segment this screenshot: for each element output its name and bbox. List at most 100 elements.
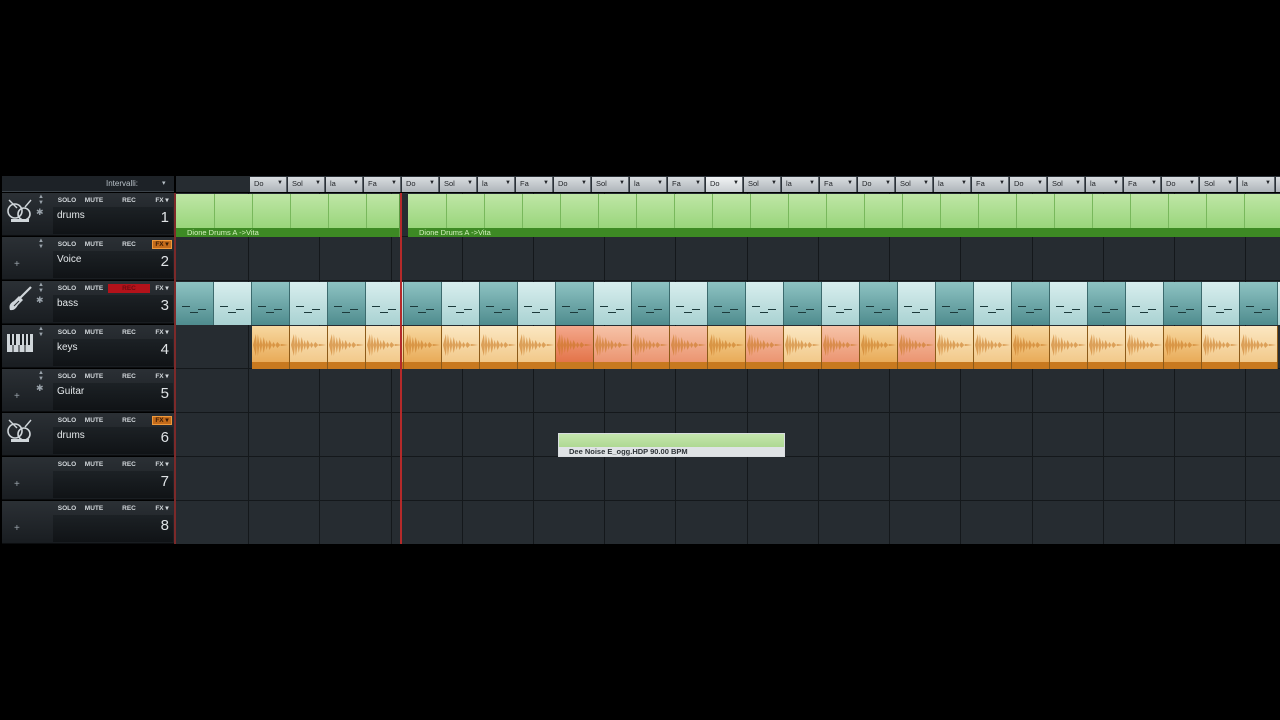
chord-selector[interactable]: Fa ▼	[972, 177, 1009, 192]
bass-clip[interactable]	[1202, 282, 1240, 325]
bass-clip[interactable]	[328, 282, 366, 325]
chord-selector[interactable]: Sol ▼	[744, 177, 781, 192]
mute-button[interactable]: MUTE	[82, 504, 106, 513]
keys-clip[interactable]	[784, 326, 822, 369]
chord-selector[interactable]: Fa ▼	[1124, 177, 1161, 192]
chord-selector[interactable]: Do ▼	[1010, 177, 1047, 192]
track-lane[interactable]	[176, 501, 1280, 544]
chord-selector[interactable]: Do ▼	[402, 177, 439, 192]
chord-dropdown-icon[interactable]: ▼	[961, 180, 967, 186]
fx-button[interactable]: FX ▾	[152, 196, 172, 205]
track-name-field[interactable]: Voice 2	[53, 251, 173, 278]
chord-selector[interactable]: Sol ▼	[592, 177, 629, 192]
plus-icon[interactable]: +	[14, 259, 20, 270]
playhead[interactable]	[400, 193, 402, 544]
track-name-field[interactable]: bass 3	[53, 295, 173, 322]
solo-button[interactable]: SOLO	[55, 460, 79, 469]
mute-button[interactable]: MUTE	[82, 284, 106, 293]
gear-icon[interactable]: ✱	[36, 383, 44, 394]
chord-dropdown-icon[interactable]: ▼	[505, 180, 511, 186]
bass-clip[interactable]	[1088, 282, 1126, 325]
chord-dropdown-icon[interactable]: ▼	[1151, 180, 1157, 186]
track-header-1[interactable]: ▲ ▼ ✱ SOLO MUTE REC FX ▾ drums 1	[2, 193, 174, 236]
keys-clip[interactable]	[1202, 326, 1240, 369]
chord-selector[interactable]: Fa ▼	[516, 177, 553, 192]
rec-button[interactable]: REC	[108, 328, 150, 337]
mute-button[interactable]: MUTE	[82, 416, 106, 425]
keys-clip[interactable]	[404, 326, 442, 369]
rec-button[interactable]: REC	[108, 240, 150, 249]
bass-clip[interactable]	[594, 282, 632, 325]
chord-selector[interactable]: la ▼	[326, 177, 363, 192]
bass-clip[interactable]	[214, 282, 252, 325]
bass-clip[interactable]	[860, 282, 898, 325]
gear-icon[interactable]: ✱	[36, 295, 44, 306]
solo-button[interactable]: SOLO	[55, 504, 79, 513]
solo-button[interactable]: SOLO	[55, 328, 79, 337]
bass-clip[interactable]	[784, 282, 822, 325]
keys-clip[interactable]	[1088, 326, 1126, 369]
rec-button[interactable]: REC	[108, 196, 150, 205]
fx-button[interactable]: FX ▾	[152, 416, 172, 425]
chord-dropdown-icon[interactable]: ▼	[1075, 180, 1081, 186]
solo-button[interactable]: SOLO	[55, 284, 79, 293]
keys-clip[interactable]	[518, 326, 556, 369]
volume-arrows-icon[interactable]: ▲ ▼	[38, 194, 44, 206]
rec-button[interactable]: REC	[108, 416, 150, 425]
chord-selector[interactable]: la ▼	[934, 177, 971, 192]
keys-clip[interactable]	[1012, 326, 1050, 369]
chord-selector[interactable]: Sol ▼	[1200, 177, 1237, 192]
chord-dropdown-icon[interactable]: ▼	[1265, 180, 1271, 186]
chord-dropdown-icon[interactable]: ▼	[1037, 180, 1043, 186]
chord-selector[interactable]: Do ▼	[554, 177, 591, 192]
solo-button[interactable]: SOLO	[55, 416, 79, 425]
track-header-2[interactable]: + ▲ ▼ SOLO MUTE REC FX ▾ Voice 2	[2, 237, 174, 280]
mute-button[interactable]: MUTE	[82, 372, 106, 381]
bass-clip[interactable]	[632, 282, 670, 325]
chord-selector[interactable]: la ▼	[1086, 177, 1123, 192]
chord-selector[interactable]: Sol ▼	[440, 177, 477, 192]
arrangement-area[interactable]: Dione Drums A ->Vita Dione Drums A ->Vita…	[174, 193, 1280, 544]
chord-dropdown-icon[interactable]: ▼	[847, 180, 853, 186]
keys-clip[interactable]	[480, 326, 518, 369]
chord-selector[interactable]: la ▼	[782, 177, 819, 192]
track-header-5[interactable]: + ▲ ▼ ✱ SOLO MUTE REC FX ▾ Guitar 5	[2, 369, 174, 412]
bass-clip[interactable]	[556, 282, 594, 325]
keys-clip[interactable]	[1126, 326, 1164, 369]
gear-icon[interactable]: ✱	[36, 207, 44, 218]
track-name-field[interactable]: 8	[53, 515, 173, 542]
fx-button[interactable]: FX ▾	[152, 328, 172, 337]
fx-button[interactable]: FX ▾	[152, 504, 172, 513]
chord-dropdown-icon[interactable]: ▼	[619, 180, 625, 186]
keys-clip[interactable]	[746, 326, 784, 369]
chord-dropdown-icon[interactable]: ▼	[277, 180, 283, 186]
track-lane[interactable]	[176, 237, 1280, 281]
plus-icon[interactable]: +	[14, 479, 20, 490]
bass-clip[interactable]	[746, 282, 784, 325]
chord-selector[interactable]: la ▼	[478, 177, 515, 192]
chord-selector[interactable]: Sol ▼	[1048, 177, 1085, 192]
rec-button[interactable]: REC	[108, 460, 150, 469]
bass-clip[interactable]	[1050, 282, 1088, 325]
bass-clip[interactable]	[176, 282, 214, 325]
track-header-6[interactable]: SOLO MUTE REC FX ▾ drums 6	[2, 413, 174, 456]
track-lane[interactable]	[176, 369, 1280, 413]
keys-clip[interactable]	[556, 326, 594, 369]
bass-clip[interactable]	[290, 282, 328, 325]
bass-clip[interactable]	[822, 282, 860, 325]
bass-clip[interactable]	[1012, 282, 1050, 325]
chord-selector[interactable]: la ▼	[630, 177, 667, 192]
keys-clip[interactable]	[290, 326, 328, 369]
chord-dropdown-icon[interactable]: ▼	[923, 180, 929, 186]
rec-button[interactable]: REC	[108, 284, 150, 293]
noise-clip[interactable]: Dee Noise E_ogg.HDP 90.00 BPM	[558, 433, 785, 457]
mute-button[interactable]: MUTE	[82, 328, 106, 337]
keys-clip[interactable]	[670, 326, 708, 369]
bass-clip[interactable]	[480, 282, 518, 325]
chord-dropdown-icon[interactable]: ▼	[1189, 180, 1195, 186]
keys-clip[interactable]	[898, 326, 936, 369]
volume-arrows-icon[interactable]: ▲ ▼	[38, 238, 44, 250]
bass-clip[interactable]	[708, 282, 746, 325]
solo-button[interactable]: SOLO	[55, 240, 79, 249]
chord-selector[interactable]: la ▼	[1238, 177, 1275, 192]
